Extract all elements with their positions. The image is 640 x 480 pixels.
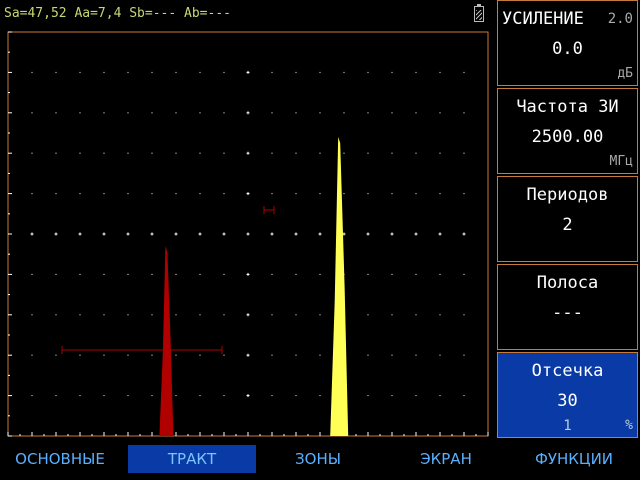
gain-step: 2.0	[607, 11, 633, 27]
tab-functions[interactable]: ФУНКЦИИ	[516, 445, 632, 473]
gate-a-marker	[61, 346, 223, 354]
frequency-title: Частота ЗИ	[516, 97, 619, 117]
parameter-panel: УСИЛЕНИЕ 2.0 0.0 дБ Частота ЗИ 2500.00 М…	[497, 0, 640, 440]
battery-icon	[474, 4, 484, 22]
frequency-unit: МГц	[609, 154, 633, 169]
cutoff-title: Отсечка	[531, 361, 604, 381]
cutoff-panel[interactable]: Отсечка 30 1 %	[497, 352, 638, 438]
cutoff-step: 1	[563, 418, 572, 434]
cutoff-value: 30	[557, 391, 578, 411]
gate-b-marker	[263, 206, 275, 214]
tab-tract[interactable]: ТРАКТ	[128, 445, 256, 473]
tab-zones[interactable]: ЗОНЫ	[270, 445, 366, 473]
gain-unit: дБ	[617, 66, 633, 81]
bottom-tabs: ОСНОВНЫЕ ТРАКТ ЗОНЫ ЭКРАН ФУНКЦИИ	[0, 441, 640, 480]
periods-panel[interactable]: Периодов 2	[497, 176, 638, 262]
echo-a	[159, 246, 174, 436]
periods-title: Периодов	[526, 185, 609, 205]
tab-main[interactable]: ОСНОВНЫЕ	[6, 445, 114, 473]
a-scan-display	[0, 28, 496, 440]
tab-screen[interactable]: ЭКРАН	[394, 445, 498, 473]
frequency-value: 2500.00	[531, 127, 604, 147]
band-value: ---	[552, 303, 583, 323]
status-readout: Sa=47,52 Aa=7,4 Sb=--- Ab=---	[4, 6, 231, 21]
gain-panel[interactable]: УСИЛЕНИЕ 2.0 0.0 дБ	[497, 0, 638, 86]
band-panel[interactable]: Полоса ---	[497, 264, 638, 350]
gain-value: 0.0	[552, 39, 583, 59]
echo-b	[330, 137, 349, 436]
band-title: Полоса	[536, 273, 599, 293]
periods-value: 2	[562, 215, 573, 235]
grid-dots	[30, 70, 466, 398]
frequency-panel[interactable]: Частота ЗИ 2500.00 МГц	[497, 88, 638, 174]
cutoff-unit: %	[625, 418, 633, 433]
